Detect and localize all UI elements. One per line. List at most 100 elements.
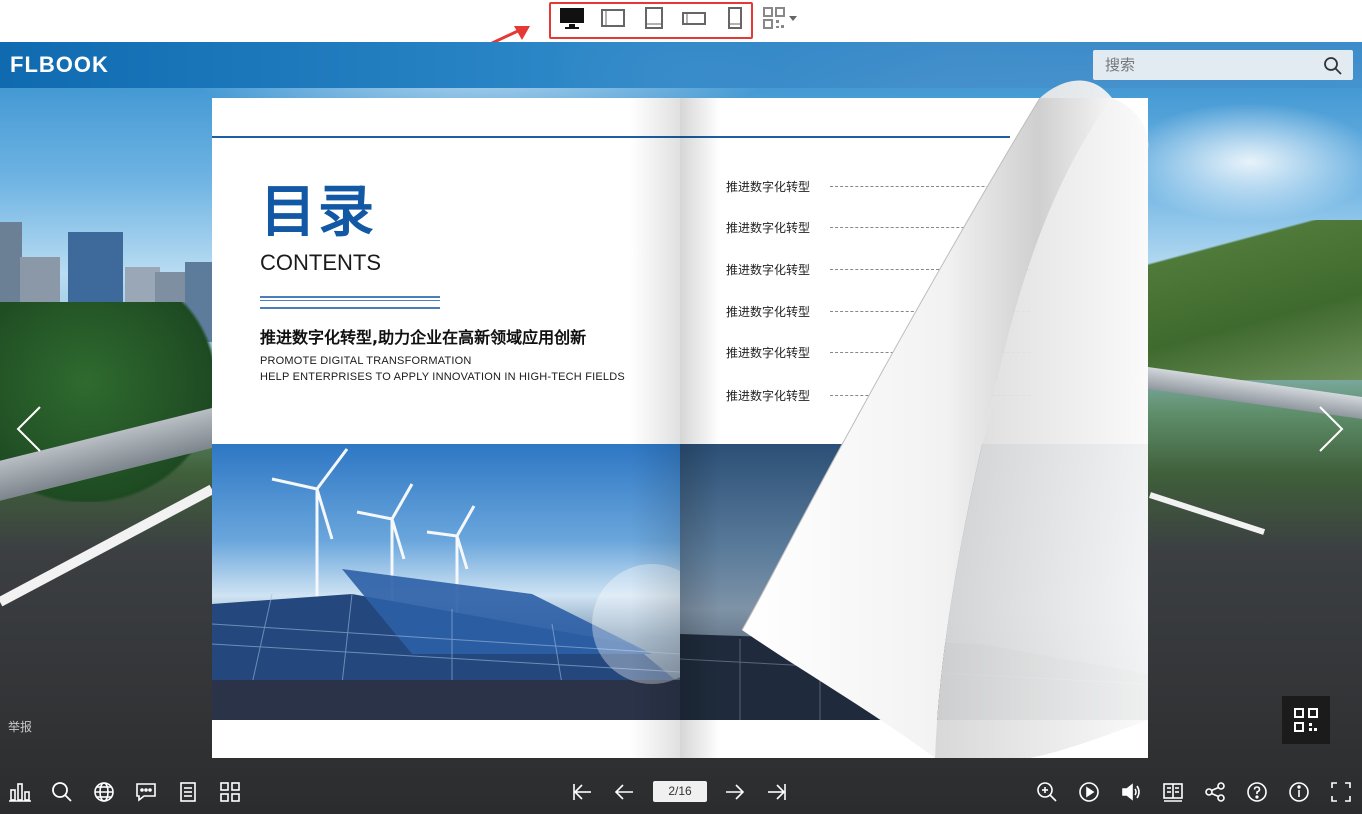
toc-entry[interactable]: 推进数字化转型	[726, 344, 810, 361]
device-preview-bar	[0, 0, 1362, 60]
search-box	[1093, 50, 1353, 80]
fullscreen-icon	[1331, 782, 1351, 802]
toc-entry[interactable]: 推进数字化转型	[726, 261, 810, 278]
info-button[interactable]	[1287, 780, 1311, 804]
flipbook-spread[interactable]: 目录 CONTENTS 推进数字化转型,助力企业在高新领域应用创新 PROMOT…	[212, 98, 1148, 758]
chevron-left-icon	[16, 406, 41, 452]
toc-entry-label: 推进数字化转型	[726, 221, 811, 235]
toc-leader	[830, 269, 1030, 270]
wind-solar-photo	[212, 444, 680, 720]
toc-entry[interactable]: 推进数字化转型	[726, 219, 810, 236]
top-rule	[212, 136, 680, 138]
thumbnails-button[interactable]	[218, 780, 242, 804]
tablet-portrait-view-button[interactable]	[641, 6, 667, 30]
toc-leader	[830, 352, 1030, 353]
zoom-in-button[interactable]	[1035, 780, 1059, 804]
globe-icon	[94, 782, 114, 802]
stats-button[interactable]	[8, 780, 32, 804]
text-icon	[180, 782, 196, 802]
headline-english-line1: PROMOTE DIGITAL TRANSFORMATION	[260, 355, 472, 367]
language-button[interactable]	[92, 780, 116, 804]
toc-leader	[830, 395, 1030, 396]
decorative-rule	[260, 296, 440, 309]
spine-shadow	[630, 98, 680, 758]
comment-button[interactable]	[134, 780, 158, 804]
zoom-in-icon	[1037, 782, 1057, 802]
wind-turbines-illustration	[212, 448, 680, 720]
qr-code-button[interactable]	[1282, 696, 1330, 744]
autoplay-button[interactable]	[1077, 780, 1101, 804]
toc-leader	[830, 311, 1030, 312]
next-page-arrow[interactable]	[1316, 405, 1346, 453]
mountain	[1148, 220, 1362, 380]
chevron-right-icon	[1319, 406, 1344, 452]
sound-icon	[1122, 783, 1140, 801]
top-rule	[680, 136, 1010, 138]
tablet-landscape-view-button[interactable]	[600, 6, 626, 30]
phone-landscape-view-button[interactable]	[681, 6, 707, 30]
reader-header: FLBOOK	[0, 42, 1362, 88]
first-page-icon	[573, 784, 591, 800]
toc-entry[interactable]: 推进数字化转型	[726, 387, 810, 404]
chevron-down-icon	[789, 16, 797, 21]
phone-portrait-view-button[interactable]	[722, 6, 748, 30]
comment-icon	[136, 783, 156, 802]
toc-subtitle: CONTENTS	[260, 250, 381, 275]
share-icon	[1205, 782, 1225, 802]
headline-english-line2: HELP ENTERPRISES TO APPLY INNOVATION IN …	[260, 371, 625, 383]
sound-button[interactable]	[1119, 780, 1143, 804]
fullscreen-button[interactable]	[1329, 780, 1353, 804]
report-link[interactable]: 举报	[8, 718, 32, 735]
prev-page-arrow[interactable]	[14, 405, 44, 453]
phone-portrait-icon	[728, 7, 742, 29]
solar-panels-illustration	[680, 634, 1148, 720]
sky-cloud	[1120, 102, 1362, 222]
help-icon	[1247, 782, 1267, 802]
qr-code-icon	[1294, 708, 1318, 732]
prev-page-icon	[614, 784, 633, 800]
toc-entry[interactable]: 推进数字化转型	[726, 178, 810, 195]
toc-entry-label: 推进数字化转型	[726, 389, 811, 403]
road-marking	[1149, 492, 1266, 535]
info-icon	[1289, 782, 1309, 802]
toc-entry-label: 推进数字化转型	[726, 263, 811, 277]
qr-code-icon	[763, 7, 797, 29]
page-indicator[interactable]: 2/16	[653, 781, 707, 802]
phone-landscape-icon	[682, 12, 706, 25]
search-input[interactable]	[1093, 50, 1317, 80]
toc-leader	[830, 186, 1030, 187]
toc-entry[interactable]: 推进数字化转型	[726, 303, 810, 320]
toc-leader	[830, 227, 1030, 228]
text-button[interactable]	[176, 780, 200, 804]
first-page-button[interactable]	[570, 780, 594, 804]
toc-entry-label: 推进数字化转型	[726, 346, 811, 360]
qr-code-dropdown[interactable]	[763, 7, 801, 31]
last-page-icon	[768, 784, 786, 800]
autoplay-icon	[1079, 782, 1099, 802]
left-page[interactable]: 目录 CONTENTS 推进数字化转型,助力企业在高新领域应用创新 PROMOT…	[212, 98, 680, 758]
right-page[interactable]: 推进数字化转型 推进数字化转型 推进数字化转型 推进数字化转型 推进数字化转型 …	[680, 98, 1148, 758]
book-icon	[1163, 783, 1183, 802]
toc-entry-label: 推进数字化转型	[726, 180, 811, 194]
help-button[interactable]	[1245, 780, 1269, 804]
share-button[interactable]	[1203, 780, 1227, 804]
bookmark-button[interactable]	[1161, 780, 1185, 804]
stats-icon	[9, 783, 31, 802]
next-page-icon	[726, 784, 745, 800]
last-page-button[interactable]	[765, 780, 789, 804]
headline-chinese: 推进数字化转型,助力企业在高新领域应用创新	[260, 328, 587, 347]
prev-page-button[interactable]	[612, 780, 636, 804]
search-icon	[52, 782, 72, 802]
reader-toolbar: 2/16	[0, 770, 1362, 814]
search-button[interactable]	[50, 780, 74, 804]
desktop-view-button[interactable]	[558, 6, 584, 30]
next-page-button[interactable]	[723, 780, 747, 804]
tablet-landscape-icon	[601, 9, 625, 27]
road-marking	[0, 484, 215, 607]
desktop-icon	[560, 8, 584, 29]
spine-shadow	[680, 98, 720, 758]
brand-logo[interactable]: FLBOOK	[10, 52, 109, 78]
search-icon[interactable]	[1323, 56, 1343, 76]
toc-entry-label: 推进数字化转型	[726, 305, 811, 319]
tablet-portrait-icon	[645, 7, 663, 29]
